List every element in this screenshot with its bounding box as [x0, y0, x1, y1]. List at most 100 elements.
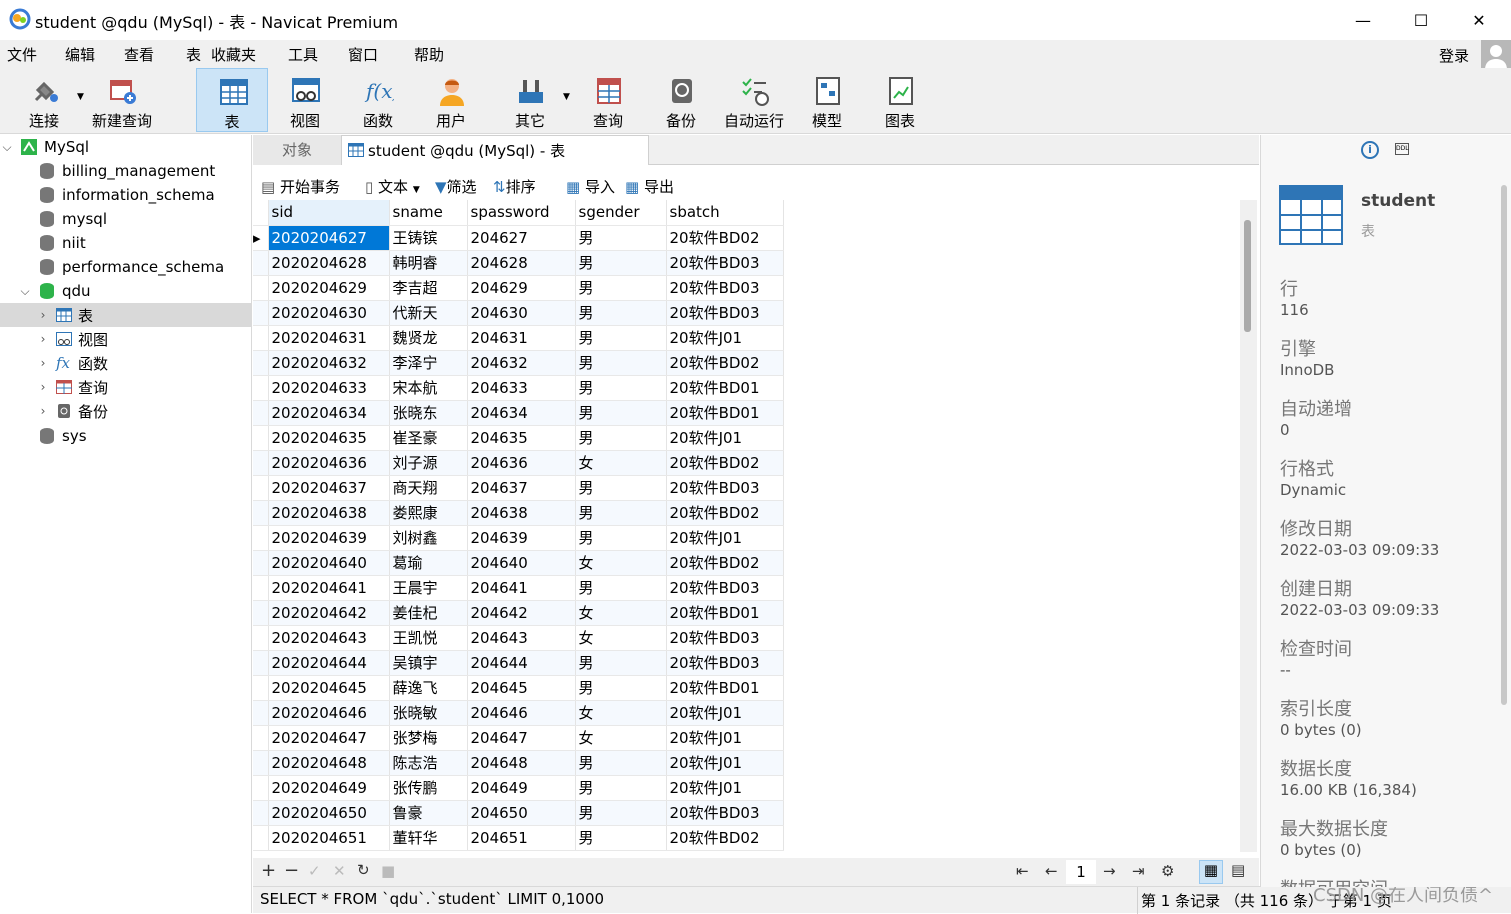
table-row[interactable]: ▸ 2020204627 王铸镔 204627 男 20软件BD02 — [253, 225, 784, 251]
cell-spassword[interactable]: 204643 — [467, 625, 576, 651]
tree-item-queries[interactable]: › 查询 — [0, 375, 251, 399]
tab-objects[interactable]: 对象 — [253, 135, 341, 165]
table-row[interactable]: 2020204642 姜佳杞 204642 女 20软件BD01 — [253, 600, 784, 626]
table-row[interactable]: 2020204628 韩明睿 204628 男 20软件BD03 — [253, 250, 784, 276]
tree-db-information-schema[interactable]: information_schema — [0, 183, 251, 207]
tree-item-functions[interactable]: › fx 函数 — [0, 351, 251, 375]
cell-sgender[interactable]: 男 — [575, 675, 667, 701]
cell-sgender[interactable]: 女 — [575, 625, 667, 651]
cell-sbatch[interactable]: 20软件BD01 — [666, 600, 784, 626]
cell-sid[interactable]: 2020204641 — [268, 575, 390, 601]
cell-spassword[interactable]: 204629 — [467, 275, 576, 301]
table-row[interactable]: 2020204637 商天翔 204637 男 20软件BD03 — [253, 475, 784, 501]
row-header[interactable] — [253, 450, 269, 476]
scrollbar-thumb[interactable] — [1501, 185, 1507, 705]
toolbar-auto-run-button[interactable]: 自动运行 — [718, 68, 790, 132]
table-row[interactable]: 2020204640 葛瑜 204640 女 20软件BD02 — [253, 550, 784, 576]
cell-sbatch[interactable]: 20软件BD02 — [666, 550, 784, 576]
cell-sbatch[interactable]: 20软件BD01 — [666, 400, 784, 426]
row-header[interactable] — [253, 525, 269, 551]
export-button[interactable]: ▦ 导出 — [625, 176, 674, 197]
cell-spassword[interactable]: 204646 — [467, 700, 576, 726]
stop-icon[interactable]: ■ — [381, 862, 395, 880]
toolbar-query-button[interactable]: 查询 — [572, 68, 644, 132]
row-header[interactable] — [253, 300, 269, 326]
cell-sname[interactable]: 张晓东 — [389, 400, 468, 426]
cell-sid[interactable]: 2020204645 — [268, 675, 390, 701]
cell-sgender[interactable]: 男 — [575, 475, 667, 501]
maximize-button[interactable]: ☐ — [1398, 0, 1444, 40]
info-scrollbar[interactable] — [1497, 185, 1511, 705]
avatar[interactable] — [1481, 40, 1511, 70]
cell-sgender[interactable]: 女 — [575, 700, 667, 726]
cell-sgender[interactable]: 男 — [575, 525, 667, 551]
cell-sname[interactable]: 宋本航 — [389, 375, 468, 401]
table-row[interactable]: 2020204639 刘树鑫 204639 男 20软件J01 — [253, 525, 784, 551]
cell-sbatch[interactable]: 20软件BD03 — [666, 625, 784, 651]
cell-sname[interactable]: 崔圣豪 — [389, 425, 468, 451]
cell-spassword[interactable]: 204628 — [467, 250, 576, 276]
cell-sgender[interactable]: 男 — [575, 275, 667, 301]
cell-sgender[interactable]: 男 — [575, 250, 667, 276]
cell-sbatch[interactable]: 20软件J01 — [666, 525, 784, 551]
page-number-input[interactable]: 1 — [1066, 860, 1096, 884]
chevron-down-icon[interactable]: ⌵ — [0, 140, 14, 155]
row-header[interactable] — [253, 700, 269, 726]
cell-sname[interactable]: 刘子源 — [389, 450, 468, 476]
tree-db-niit[interactable]: niit — [0, 231, 251, 255]
cell-sgender[interactable]: 男 — [575, 425, 667, 451]
cell-sname[interactable]: 张传鹏 — [389, 775, 468, 801]
cell-spassword[interactable]: 204638 — [467, 500, 576, 526]
toolbar-view-button[interactable]: 视图 — [269, 68, 341, 132]
toolbar-new-query-button[interactable]: 新建查询 — [86, 68, 158, 132]
column-header-spassword[interactable]: spassword — [467, 200, 576, 226]
cell-spassword[interactable]: 204640 — [467, 550, 576, 576]
cell-sid[interactable]: 2020204634 — [268, 400, 390, 426]
menu-view[interactable]: 查看 — [124, 44, 154, 65]
tab-student-table[interactable]: student @qdu (MySql) - 表 — [341, 135, 649, 165]
table-row[interactable]: 2020204641 王晨宇 204641 男 20软件BD03 — [253, 575, 784, 601]
cell-sid[interactable]: 2020204628 — [268, 250, 390, 276]
cell-sbatch[interactable]: 20软件BD03 — [666, 250, 784, 276]
toolbar-connect-button[interactable]: 连接 — [8, 68, 80, 132]
cell-spassword[interactable]: 204641 — [467, 575, 576, 601]
chevron-right-icon[interactable]: › — [36, 308, 50, 322]
menu-file[interactable]: 文件 — [7, 44, 37, 65]
ddl-icon[interactable]: DDL — [1395, 143, 1409, 155]
menu-favorites[interactable]: 收藏夹 — [211, 44, 256, 65]
cell-sbatch[interactable]: 20软件BD02 — [666, 450, 784, 476]
row-header[interactable] — [253, 825, 269, 851]
cell-sgender[interactable]: 男 — [575, 775, 667, 801]
connect-dropdown-icon[interactable]: ▼ — [77, 92, 84, 102]
cell-sid[interactable]: 2020204648 — [268, 750, 390, 776]
table-row[interactable]: 2020204647 张梦梅 204647 女 20软件J01 — [253, 725, 784, 751]
cell-spassword[interactable]: 204633 — [467, 375, 576, 401]
row-header[interactable] — [253, 775, 269, 801]
cell-sname[interactable]: 张梦梅 — [389, 725, 468, 751]
cell-sname[interactable]: 娄熙康 — [389, 500, 468, 526]
table-row[interactable]: 2020204638 娄熙康 204638 男 20软件BD02 — [253, 500, 784, 526]
menu-edit[interactable]: 编辑 — [65, 44, 95, 65]
column-header-sgender[interactable]: sgender — [575, 200, 667, 226]
table-row[interactable]: 2020204633 宋本航 204633 男 20软件BD01 — [253, 375, 784, 401]
row-header[interactable] — [253, 625, 269, 651]
table-row[interactable]: 2020204634 张晓东 204634 男 20软件BD01 — [253, 400, 784, 426]
cell-sname[interactable]: 鲁豪 — [389, 800, 468, 826]
cell-spassword[interactable]: 204651 — [467, 825, 576, 851]
cell-sid[interactable]: 2020204646 — [268, 700, 390, 726]
cell-sbatch[interactable]: 20软件BD02 — [666, 225, 784, 251]
tree-db-performance-schema[interactable]: performance_schema — [0, 255, 251, 279]
delete-record-icon[interactable]: − — [284, 860, 299, 881]
cell-sname[interactable]: 吴镇宇 — [389, 650, 468, 676]
cell-sid[interactable]: 2020204630 — [268, 300, 390, 326]
cell-sgender[interactable]: 女 — [575, 600, 667, 626]
table-row[interactable]: 2020204636 刘子源 204636 女 20软件BD02 — [253, 450, 784, 476]
cell-sbatch[interactable]: 20软件BD03 — [666, 575, 784, 601]
add-record-icon[interactable]: + — [261, 860, 276, 881]
cell-sbatch[interactable]: 20软件BD02 — [666, 825, 784, 851]
cell-sname[interactable]: 李泽宁 — [389, 350, 468, 376]
table-row[interactable]: 2020204643 王凯悦 204643 女 20软件BD03 — [253, 625, 784, 651]
table-row[interactable]: 2020204635 崔圣豪 204635 男 20软件J01 — [253, 425, 784, 451]
row-header[interactable] — [253, 475, 269, 501]
tree-item-tables[interactable]: › 表 — [0, 303, 251, 327]
